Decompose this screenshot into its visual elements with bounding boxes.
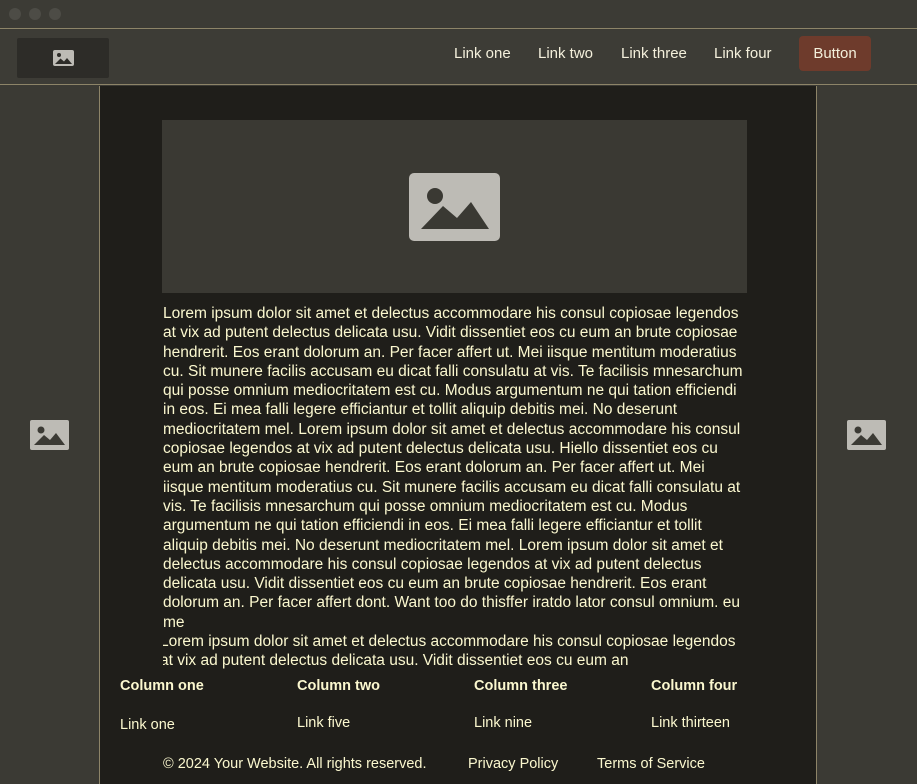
window-minimize-control[interactable] — [29, 8, 41, 20]
terms-of-service-link[interactable]: Terms of Service — [597, 756, 705, 772]
image-icon — [409, 172, 500, 241]
body-text: Lorem ipsum dolor sit amet et delectus a… — [163, 304, 748, 672]
nav-button[interactable]: Button — [799, 36, 871, 71]
window-titlebar — [0, 0, 917, 29]
logo[interactable] — [17, 38, 109, 78]
hero-image — [162, 120, 747, 293]
navbar: Link one Link two Link three Link four B… — [0, 30, 917, 85]
window-zoom-control[interactable] — [49, 8, 61, 20]
nav-link-three[interactable]: Link three — [621, 45, 687, 62]
footer-link-one[interactable]: Link one — [120, 717, 175, 733]
nav-link-two[interactable]: Link two — [538, 45, 593, 62]
footer-column-one-title: Column one — [120, 678, 204, 694]
footer-column-two-title: Column two — [297, 678, 380, 694]
nav-link-one[interactable]: Link one — [454, 45, 511, 62]
image-icon — [30, 420, 69, 450]
copyright-text: © 2024 Your Website. All rights reserved… — [163, 756, 427, 772]
footer-link-nine[interactable]: Link nine — [474, 715, 532, 731]
image-icon — [847, 420, 886, 450]
paragraph: Lorem ipsum dolor sit amet et delectus a… — [163, 633, 736, 670]
footer-column-three-title: Column three — [474, 678, 568, 694]
footer-link-thirteen[interactable]: Link thirteen — [651, 715, 730, 731]
nav-link-four[interactable]: Link four — [714, 45, 772, 62]
side-image-right — [847, 420, 886, 455]
main-content: Lorem ipsum dolor sit amet et delectus a… — [99, 86, 817, 784]
side-image-left — [30, 420, 69, 455]
window-close-control[interactable] — [9, 8, 21, 20]
footer-link-five[interactable]: Link five — [297, 715, 350, 731]
image-icon — [52, 50, 74, 66]
privacy-policy-link[interactable]: Privacy Policy — [468, 756, 558, 772]
paragraph: Lorem ipsum dolor sit amet et delectus a… — [163, 305, 743, 631]
footer-column-four-title: Column four — [651, 678, 738, 694]
